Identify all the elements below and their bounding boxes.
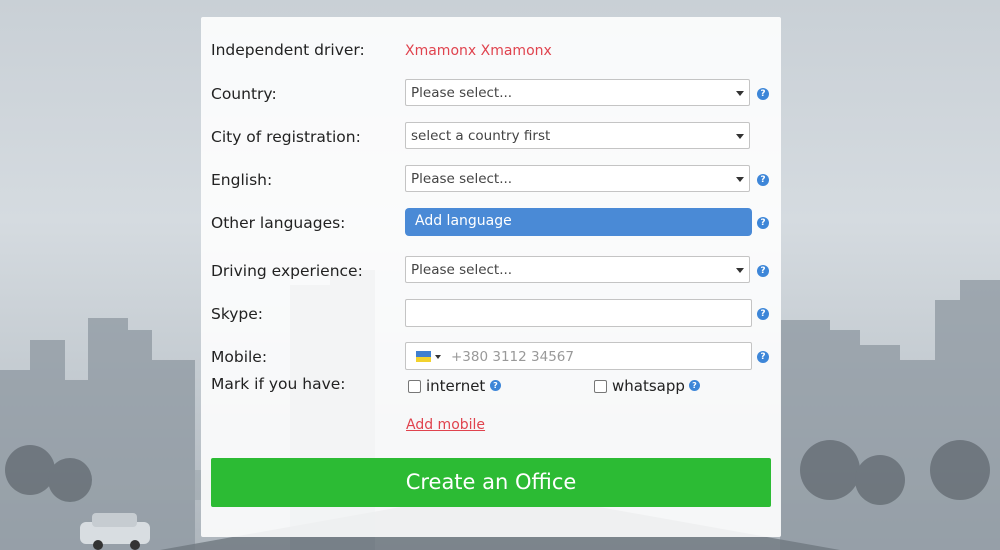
mobile-label: Mobile: — [211, 348, 268, 366]
chevron-down-icon — [736, 268, 744, 273]
question-circle-icon[interactable]: ? — [757, 174, 769, 186]
mobile-input[interactable]: +380 3112 34567 — [405, 342, 752, 370]
other-languages-label: Other languages: — [211, 214, 346, 232]
city-select-value: select a country first — [411, 128, 551, 144]
driver-name-value: Xmamonx Xmamonx — [405, 43, 552, 59]
skype-input[interactable] — [405, 299, 752, 327]
chevron-down-icon — [736, 177, 744, 182]
question-circle-icon[interactable]: ? — [757, 88, 769, 100]
independent-driver-label: Independent driver: — [211, 41, 365, 59]
add-mobile-link[interactable]: Add mobile — [406, 417, 485, 433]
question-circle-icon[interactable]: ? — [757, 351, 769, 363]
question-circle-icon[interactable]: ? — [757, 308, 769, 320]
chevron-down-icon — [736, 91, 744, 96]
mark-if-you-have-label: Mark if you have: — [211, 375, 346, 393]
country-select-value: Please select... — [411, 85, 513, 101]
registration-form: Independent driver: Xmamonx Xmamonx Coun… — [201, 17, 781, 537]
city-select[interactable]: select a country first — [405, 122, 750, 149]
driving-experience-select-value: Please select... — [411, 262, 513, 278]
driving-experience-label: Driving experience: — [211, 262, 363, 280]
english-label: English: — [211, 171, 273, 189]
city-label: City of registration: — [211, 128, 361, 146]
internet-checkbox[interactable] — [408, 380, 421, 393]
question-circle-icon[interactable]: ? — [757, 265, 769, 277]
country-label: Country: — [211, 85, 277, 103]
create-office-button[interactable]: Create an Office — [211, 458, 771, 507]
chevron-down-icon[interactable] — [435, 355, 441, 359]
question-circle-icon[interactable]: ? — [757, 217, 769, 229]
add-language-button[interactable]: Add language — [405, 208, 752, 236]
whatsapp-label: whatsapp — [612, 377, 685, 395]
country-select[interactable]: Please select... — [405, 79, 750, 106]
english-select[interactable]: Please select... — [405, 165, 750, 192]
driving-experience-select[interactable]: Please select... — [405, 256, 750, 283]
skype-label: Skype: — [211, 305, 264, 323]
chevron-down-icon — [736, 134, 744, 139]
whatsapp-checkbox[interactable] — [594, 380, 607, 393]
internet-label: internet — [426, 377, 486, 395]
ukraine-flag-icon[interactable] — [416, 351, 431, 362]
question-circle-icon[interactable]: ? — [689, 380, 700, 391]
english-select-value: Please select... — [411, 171, 513, 187]
question-circle-icon[interactable]: ? — [490, 380, 501, 391]
mobile-placeholder: +380 3112 34567 — [451, 349, 574, 365]
